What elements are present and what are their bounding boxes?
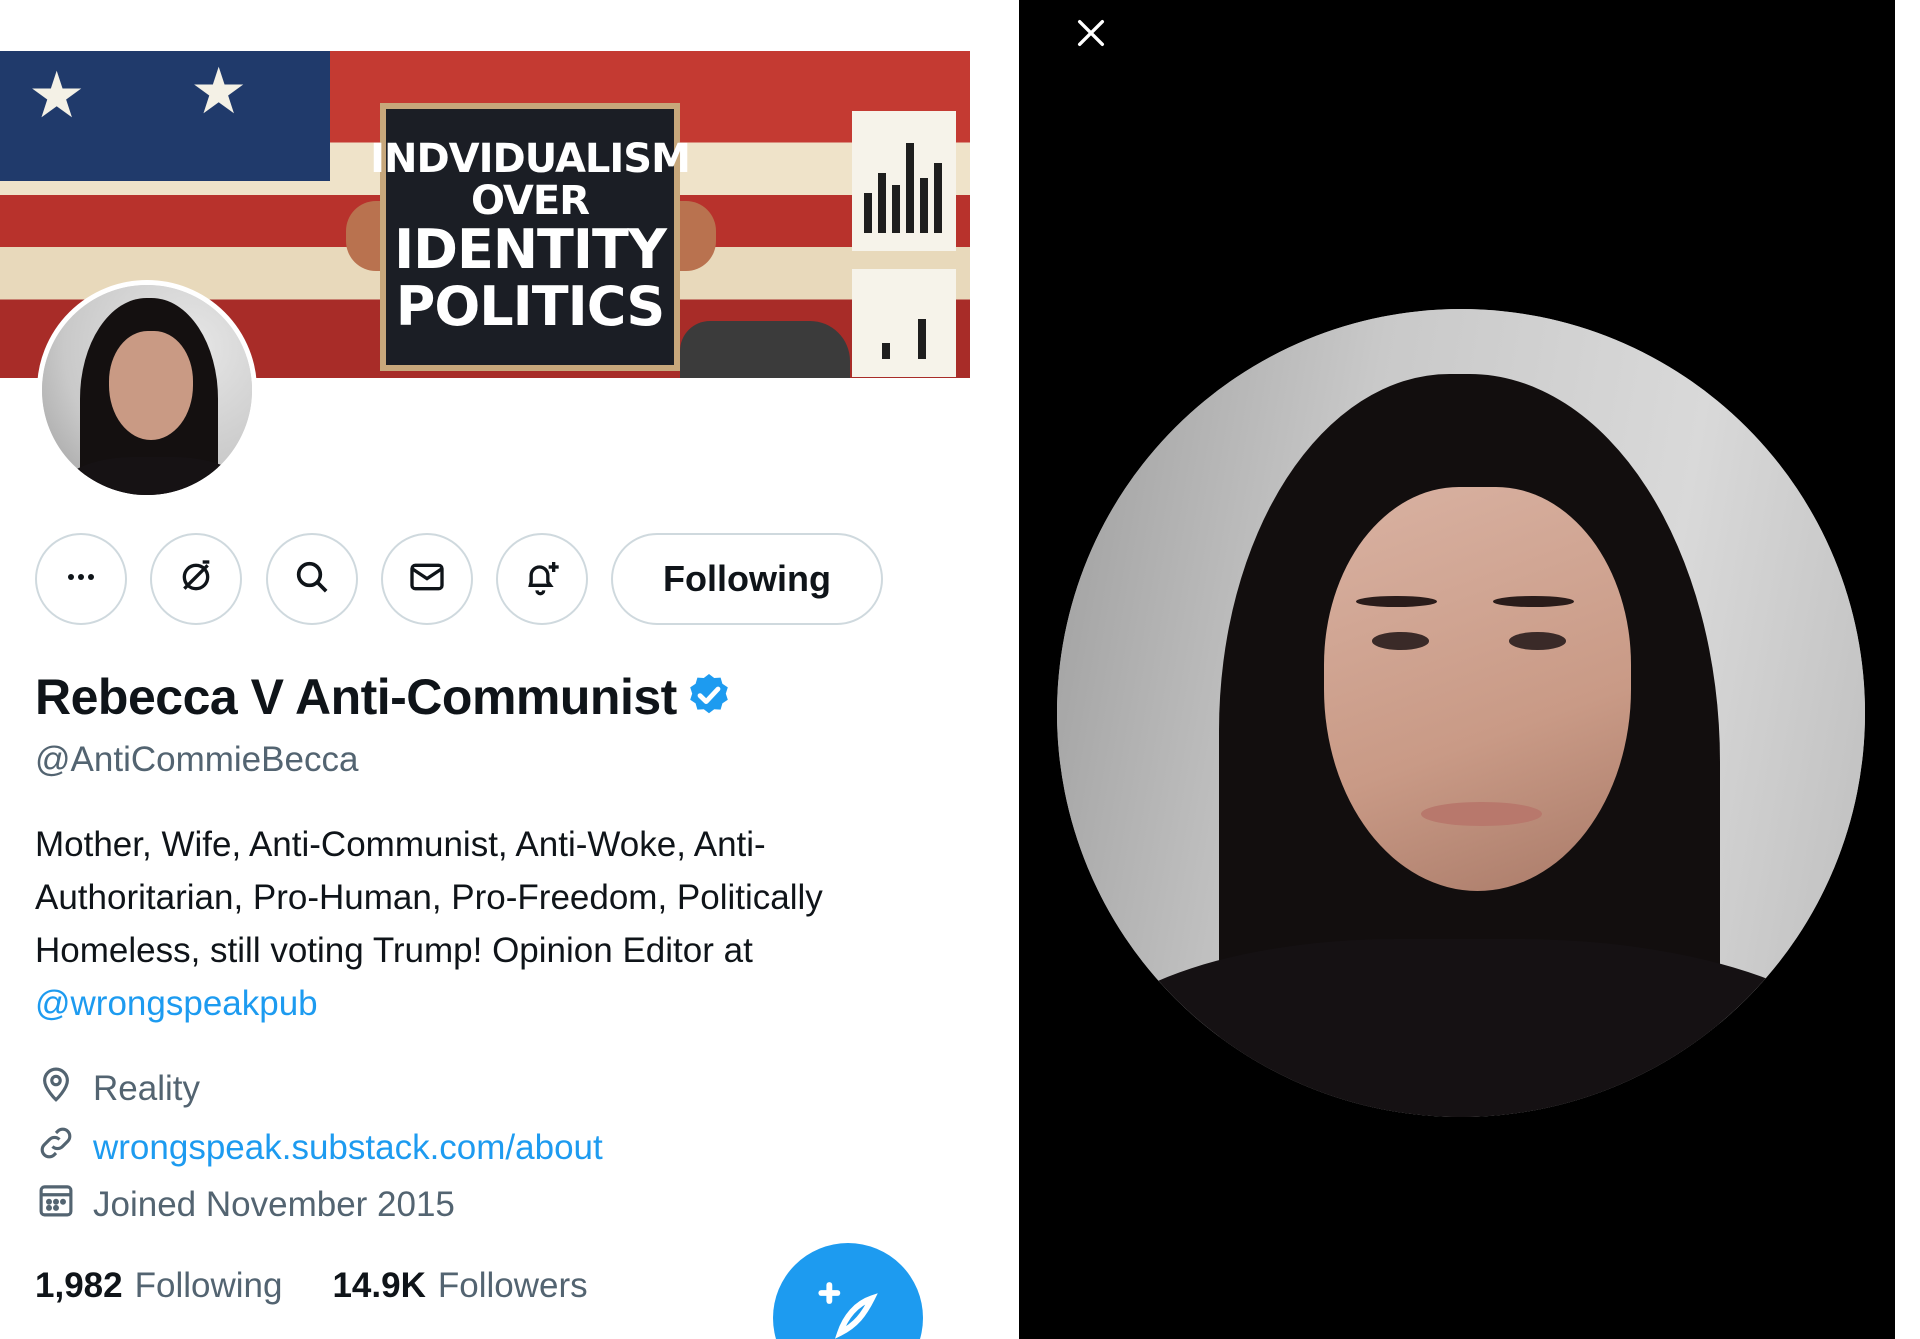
bell-plus-icon xyxy=(522,557,562,602)
star-icon: ★ xyxy=(28,59,86,131)
location-row: Reality xyxy=(35,1063,200,1114)
location-pin-icon xyxy=(35,1063,93,1114)
flag-stars: ★ ★ xyxy=(0,51,330,181)
user-handle: @AntiCommieBecca xyxy=(35,740,359,779)
bio-mention-link[interactable]: @wrongspeakpub xyxy=(35,984,318,1023)
banner-chart-1 xyxy=(852,111,956,251)
follow-stats: 1,982 Following 14.9K Followers xyxy=(35,1266,638,1306)
profile-avatar[interactable] xyxy=(37,280,257,500)
following-button[interactable]: Following xyxy=(611,533,883,625)
profile-panel: ★ ★ INDVIDUALISM OVER IDENTITY POLITICS xyxy=(0,0,1019,1339)
close-icon xyxy=(1074,16,1108,55)
followers-label: Followers xyxy=(437,1266,588,1305)
following-count: 1,982 xyxy=(35,1266,123,1305)
more-button[interactable] xyxy=(35,533,127,625)
compose-feather-icon xyxy=(816,1243,880,1339)
following-label: Following xyxy=(134,1266,283,1305)
star-icon: ★ xyxy=(190,55,248,127)
right-gutter xyxy=(1895,0,1920,1339)
search-icon xyxy=(292,557,332,602)
verified-badge-icon[interactable] xyxy=(677,671,733,724)
protest-sign: INDVIDUALISM OVER IDENTITY POLITICS xyxy=(370,103,691,371)
mail-icon xyxy=(407,557,447,602)
website-link[interactable]: wrongspeak.substack.com/about xyxy=(93,1128,603,1168)
crowd-silhouette xyxy=(680,321,850,378)
avatar-fullsize-photo xyxy=(1057,309,1865,1117)
more-dots-icon xyxy=(61,557,101,602)
banner-chart-2 xyxy=(852,269,956,377)
sign-line-4: POLITICS xyxy=(395,275,665,338)
link-icon xyxy=(35,1122,93,1173)
sign-line-3: IDENTITY xyxy=(394,218,667,282)
followers-count: 14.9K xyxy=(332,1266,426,1305)
display-name: Rebecca V Anti-Communist xyxy=(35,669,677,725)
no-subscribe-icon xyxy=(176,557,216,602)
close-button[interactable] xyxy=(1070,14,1112,56)
search-profile-button[interactable] xyxy=(266,533,358,625)
joined-text: Joined November 2015 xyxy=(93,1184,455,1224)
subscribe-off-button[interactable] xyxy=(150,533,242,625)
calendar-icon xyxy=(35,1179,93,1230)
location-text: Reality xyxy=(93,1068,200,1108)
bio-text: Mother, Wife, Anti-Communist, Anti-Woke,… xyxy=(35,825,823,970)
following-stat[interactable]: 1,982 Following xyxy=(35,1266,282,1306)
name-row: Rebecca V Anti-Communist xyxy=(35,668,733,726)
sign-line-1: INDVIDUALISM xyxy=(370,136,691,183)
joined-row: Joined November 2015 xyxy=(35,1179,455,1230)
sign-line-2: OVER xyxy=(470,178,590,225)
followers-stat[interactable]: 14.9K Followers xyxy=(332,1266,587,1306)
message-button[interactable] xyxy=(381,533,473,625)
profile-bio: Mother, Wife, Anti-Communist, Anti-Woke,… xyxy=(35,818,935,1030)
website-row: wrongspeak.substack.com/about xyxy=(35,1122,603,1173)
compose-post-button[interactable] xyxy=(773,1243,923,1339)
notifications-button[interactable] xyxy=(496,533,588,625)
